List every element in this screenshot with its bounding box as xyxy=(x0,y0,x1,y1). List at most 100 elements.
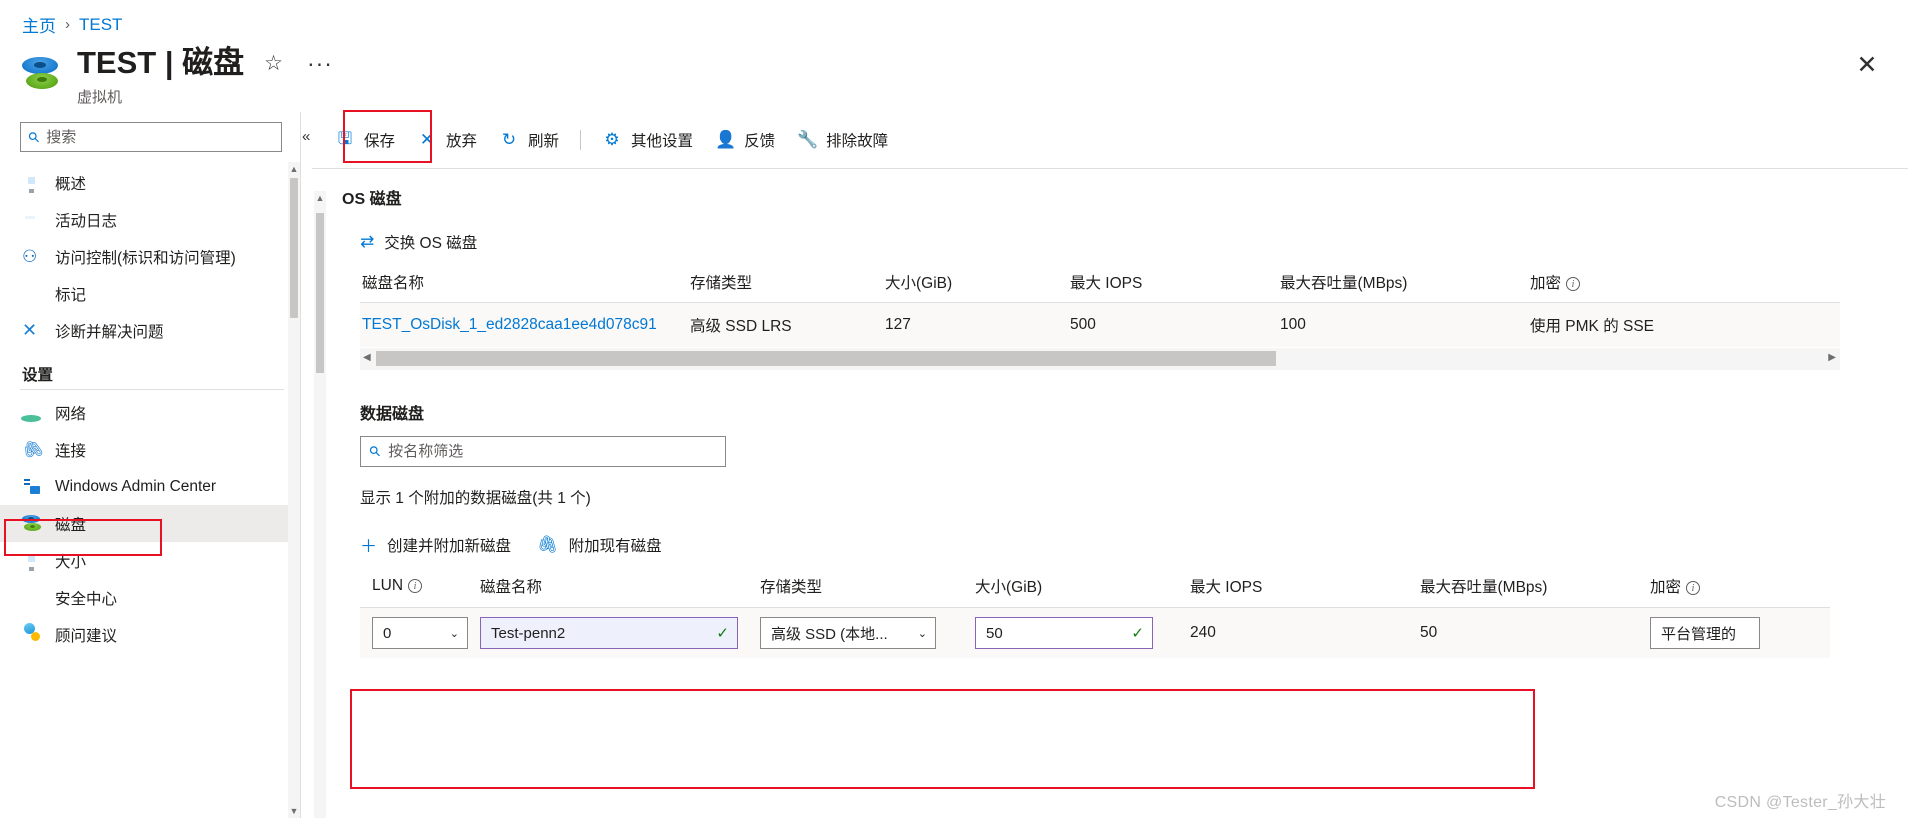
filter-by-name-input[interactable] xyxy=(388,443,716,460)
sidebar-item-access-control[interactable]: ⚇ 访问控制(标识和访问管理) xyxy=(0,238,300,275)
col-max-iops[interactable]: 最大 IOPS xyxy=(1070,271,1280,303)
swap-os-disk-button[interactable]: ⇄ 交换 OS 磁盘 xyxy=(360,231,477,253)
save-button[interactable]: 🖫 保存 xyxy=(324,123,406,157)
troubleshoot-label: 排除故障 xyxy=(826,133,889,150)
sidebar-item-windows-admin-center[interactable]: Windows Admin Center xyxy=(0,468,300,505)
scroll-down-icon[interactable]: ▼ xyxy=(288,804,300,818)
scrollbar-thumb[interactable] xyxy=(376,351,1276,366)
scroll-right-icon[interactable]: ▶ xyxy=(1828,352,1836,363)
os-disk-table: 磁盘名称 存储类型 大小(GiB) 最大 IOPS 最大吞吐量(MBps) 加密… xyxy=(360,271,1840,347)
command-toolbar: 🖫 保存 ✕ 放弃 ↻ 刷新 ⚙ 其他设置 👤 反馈 🔧 排除故障 xyxy=(312,112,1908,168)
scrollbar-thumb[interactable] xyxy=(290,178,298,318)
scroll-left-icon[interactable]: ◀ xyxy=(363,352,371,363)
data-disk-count-text: 显示 1 个附加的数据磁盘(共 1 个) xyxy=(360,490,591,507)
attach-existing-disk-button[interactable]: 🖇 附加现有磁盘 xyxy=(537,534,662,556)
col-max-throughput[interactable]: 最大吞吐量(MBps) xyxy=(1420,575,1650,608)
filter-input-box[interactable]: ⚲ xyxy=(360,436,726,467)
sidebar-scrollbar[interactable]: ▲ ▼ xyxy=(288,162,300,818)
os-disk-horizontal-scrollbar[interactable]: ◀ ▶ xyxy=(360,348,1840,370)
col-max-throughput[interactable]: 最大吞吐量(MBps) xyxy=(1280,271,1530,303)
gear-icon: ⚙ xyxy=(604,130,620,149)
discard-button[interactable]: ✕ 放弃 xyxy=(406,123,488,157)
col-max-iops[interactable]: 最大 IOPS xyxy=(1190,575,1420,608)
create-and-attach-disk-button[interactable]: ＋ 创建并附加新磁盘 xyxy=(360,532,511,557)
shield-icon xyxy=(22,587,43,608)
people-icon: ⚇ xyxy=(22,247,38,266)
disk-name-input[interactable]: Test-penn2 ✓ xyxy=(480,617,738,649)
sidebar-item-label: Windows Admin Center xyxy=(55,477,217,495)
search-icon: ⚲ xyxy=(24,127,44,146)
wrench-icon: ✕ xyxy=(22,320,38,340)
sidebar-section-divider xyxy=(20,389,284,390)
scroll-up-icon[interactable]: ▲ xyxy=(314,193,326,203)
breadcrumb-current[interactable]: TEST xyxy=(79,15,122,35)
col-size[interactable]: 大小(GiB) xyxy=(885,271,1070,303)
table-row[interactable]: TEST_OsDisk_1_ed2828caa1ee4d078c91 高级 SS… xyxy=(360,302,1840,347)
chevron-down-icon: ⌄ xyxy=(917,627,927,640)
col-disk-name[interactable]: 磁盘名称 xyxy=(480,575,760,608)
sidebar-item-connect[interactable]: 🖇 连接 xyxy=(0,431,300,468)
breadcrumb: 主页 › TEST xyxy=(22,12,122,37)
search-input-box[interactable]: ⚲ xyxy=(20,122,282,152)
refresh-button[interactable]: ↻ 刷新 xyxy=(488,123,570,157)
collapse-sidebar-icon[interactable]: « xyxy=(302,128,310,145)
col-storage-type[interactable]: 存储类型 xyxy=(690,271,885,303)
sidebar: ⚲ « 概述 活动日志 ⚇ 访问控制(标识和访问管理) 标记 xyxy=(0,112,310,818)
sidebar-item-tags[interactable]: 标记 xyxy=(0,275,300,312)
azure-portal-blade: 主页 › TEST TEST | 磁盘 ☆ ··· 虚拟机 ✕ ⚲ « xyxy=(0,0,1908,818)
sidebar-item-label: 磁盘 xyxy=(55,516,87,534)
sidebar-item-security-center[interactable]: 安全中心 xyxy=(0,579,300,616)
content-scrollbar[interactable]: ▲ xyxy=(314,191,326,818)
cloud-icon xyxy=(22,624,43,645)
data-disk-max-iops: 240 xyxy=(1190,624,1216,641)
col-size[interactable]: 大小(GiB) xyxy=(975,575,1190,608)
create-and-attach-label: 创建并附加新磁盘 xyxy=(387,537,512,555)
star-icon[interactable]: ☆ xyxy=(260,51,287,76)
feedback-button[interactable]: 👤 反馈 xyxy=(704,123,786,157)
sidebar-item-activity-log[interactable]: 活动日志 xyxy=(0,201,300,238)
sidebar-item-advisor[interactable]: 顾问建议 xyxy=(0,616,300,653)
search-input[interactable] xyxy=(46,128,273,146)
encryption-select[interactable]: 平台管理的 xyxy=(1650,617,1760,649)
col-encryption[interactable]: 加密 i xyxy=(1530,271,1840,303)
sidebar-item-networking[interactable]: 网络 xyxy=(0,394,300,431)
sidebar-item-diagnose[interactable]: ✕ 诊断并解决问题 xyxy=(0,312,300,349)
info-icon[interactable]: i xyxy=(1566,277,1581,291)
disk-stack-icon xyxy=(19,52,61,98)
scrollbar-thumb[interactable] xyxy=(316,213,324,373)
info-icon[interactable]: i xyxy=(408,579,423,593)
data-disk-table: LUN i 磁盘名称 存储类型 大小(GiB) 最大 IOPS 最大吞吐量(MBp… xyxy=(360,575,1830,658)
sidebar-item-label: 标记 xyxy=(55,286,87,304)
sidebar-item-label: 大小 xyxy=(55,553,87,571)
main-content: 🖫 保存 ✕ 放弃 ↻ 刷新 ⚙ 其他设置 👤 反馈 🔧 排除故障 ▲ OS 磁… xyxy=(312,112,1908,818)
col-disk-name[interactable]: 磁盘名称 xyxy=(360,271,690,303)
refresh-button-label: 刷新 xyxy=(528,133,560,150)
discard-button-label: 放弃 xyxy=(446,133,478,150)
storage-type-select[interactable]: 高级 SSD (本地... ⌄ xyxy=(760,617,936,649)
ellipsis-icon[interactable]: ··· xyxy=(303,50,337,77)
troubleshoot-button[interactable]: 🔧 排除故障 xyxy=(786,123,899,157)
os-disk-encryption: 使用 PMK 的 SSE xyxy=(1530,318,1655,335)
discard-x-icon: ✕ xyxy=(419,130,435,149)
col-lun[interactable]: LUN i xyxy=(360,575,480,608)
scroll-up-icon[interactable]: ▲ xyxy=(288,162,300,176)
info-icon[interactable]: i xyxy=(1686,581,1701,595)
os-disk-name-link[interactable]: TEST_OsDisk_1_ed2828caa1ee4d078c91 xyxy=(362,316,657,333)
lun-select[interactable]: 0 ⌄ xyxy=(372,617,468,649)
sidebar-item-label: 安全中心 xyxy=(55,590,118,608)
more-settings-button[interactable]: ⚙ 其他设置 xyxy=(591,123,704,157)
sidebar-item-disks[interactable]: 磁盘 xyxy=(0,505,300,542)
close-icon[interactable]: ✕ xyxy=(1850,48,1884,82)
sidebar-item-label: 顾问建议 xyxy=(55,627,118,645)
plus-icon: ＋ xyxy=(360,537,377,556)
save-button-label: 保存 xyxy=(364,133,396,150)
sidebar-item-size[interactable]: 大小 xyxy=(0,542,300,579)
size-input[interactable]: 50 ✓ xyxy=(975,617,1153,649)
more-settings-label: 其他设置 xyxy=(631,133,694,150)
sidebar-item-overview[interactable]: 概述 xyxy=(0,164,300,201)
col-encryption[interactable]: 加密 i xyxy=(1650,575,1830,608)
valid-check-icon: ✓ xyxy=(716,625,729,642)
table-row[interactable]: 0 ⌄ Test-penn2 ✓ 高级 SSD (本地... ⌄ 50 ✓ 24… xyxy=(360,607,1830,658)
col-storage-type[interactable]: 存储类型 xyxy=(760,575,975,608)
breadcrumb-home[interactable]: 主页 xyxy=(22,12,56,37)
